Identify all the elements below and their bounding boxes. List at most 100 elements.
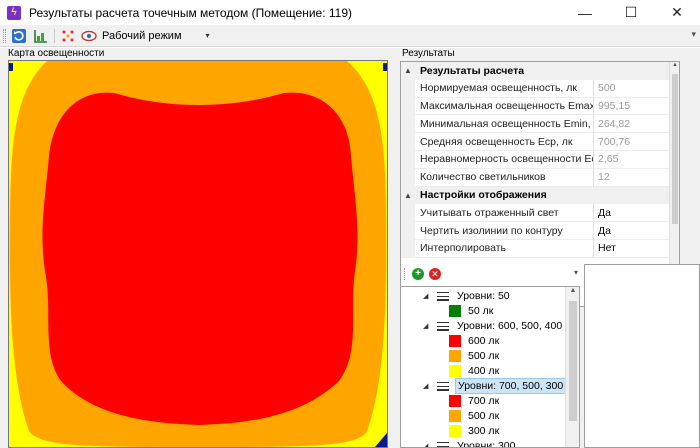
list-icon — [437, 291, 449, 301]
tree-toggle-icon[interactable]: ◢ — [423, 322, 433, 330]
tree-group-label: Уровни: 600, 500, 400 — [457, 320, 563, 333]
map-wall-corner — [9, 63, 13, 71]
property-name: Неравномерность освещенности Eср… — [415, 151, 594, 169]
results-pane: Результаты ▲ Результаты расчета Нормируе… — [398, 48, 700, 448]
property-value: Нет — [598, 242, 616, 255]
property-value: 12 — [594, 169, 679, 187]
toolbar-separator — [54, 28, 55, 43]
tree-toggle-icon[interactable]: ◢ — [423, 442, 433, 447]
property-row-reflected-light[interactable]: Учитывать отраженный свет Да⌄ — [401, 204, 679, 223]
illuminance-map-pane: Карта освещенности — [0, 48, 392, 448]
map-wall-corner — [383, 63, 387, 71]
level-label: 600 лк — [468, 335, 500, 348]
app-logo-icon: ϟ — [7, 5, 21, 20]
scroll-thumb[interactable] — [569, 301, 577, 421]
property-value: Да — [598, 224, 611, 237]
level-label: 500 лк — [468, 350, 500, 363]
level-color-swatch — [449, 305, 461, 318]
level-color-swatch — [449, 365, 461, 378]
tree-level-item[interactable]: 400 лк — [449, 364, 499, 379]
level-color-swatch — [449, 335, 461, 348]
tree-toggle-icon[interactable]: ◢ — [423, 292, 433, 300]
tree-level-item[interactable]: 500 лк — [449, 409, 499, 424]
delete-level-button[interactable]: ✕ — [429, 268, 441, 280]
results-caption: Результаты — [402, 48, 455, 59]
property-row[interactable]: Количество светильников 12 — [401, 168, 679, 187]
tree-level-item[interactable]: 500 лк — [449, 349, 499, 364]
tree-toggle-icon[interactable]: ▲ — [401, 66, 415, 75]
property-row-contour-isolines[interactable]: Чертить изолинии по контуру Да⌄ — [401, 222, 679, 240]
property-row[interactable]: Неравномерность освещенности Eср… 2,65 — [401, 151, 679, 169]
toolbar-overflow-button[interactable]: ▾ — [691, 29, 696, 40]
property-row[interactable]: Минимальная освещенность Emin, лк 264,82 — [401, 115, 679, 134]
chevron-down-icon: ▾ — [205, 31, 210, 40]
property-name: Интерполировать — [415, 240, 594, 258]
tree-group[interactable]: ◢ Уровни: 600, 500, 400 — [423, 319, 564, 334]
category-label: Результаты расчета — [420, 64, 525, 77]
level-label: 500 лк — [468, 410, 500, 423]
illuminance-map[interactable] — [8, 60, 388, 448]
grid-points-button[interactable] — [59, 27, 77, 45]
levels-tree-scrollbar[interactable]: ▲ — [565, 287, 579, 447]
scroll-up-icon[interactable]: ▲ — [566, 287, 579, 299]
tree-group[interactable]: ◢ Уровни: 50 — [423, 289, 512, 304]
mode-select[interactable]: Рабочий режим ▾ — [81, 27, 210, 45]
main-toolbar: Рабочий режим ▾ ▾ — [0, 25, 700, 47]
scroll-thumb[interactable] — [672, 74, 678, 224]
grid-points-icon — [62, 30, 74, 41]
minimize-button[interactable]: — — [562, 0, 608, 25]
category-results[interactable]: ▲ Результаты расчета — [401, 62, 679, 80]
level-color-swatch — [449, 350, 461, 363]
eye-icon — [81, 30, 97, 41]
tree-group-label: Уровни: 50 — [457, 290, 510, 303]
category-display-settings[interactable]: ▲ Настройки отображения — [401, 186, 679, 205]
property-name: Нормируемая освещенность, лк — [415, 79, 594, 98]
tree-group-label: Уровни: 700, 500, 300 — [455, 378, 567, 395]
mode-select-value: Рабочий режим — [102, 29, 182, 42]
property-name: Максимальная освещенность Emax, лк — [415, 97, 594, 116]
level-color-swatch — [449, 395, 461, 408]
map-caption: Карта освещенности — [8, 48, 105, 59]
tree-level-item[interactable]: 700 лк — [449, 394, 499, 409]
property-value: 995,15 — [594, 98, 679, 116]
scroll-up-icon[interactable]: ▲ — [670, 62, 679, 72]
property-name: Чертить изолинии по контуру — [415, 222, 594, 240]
maximize-button[interactable]: ☐ — [608, 0, 654, 25]
level-color-swatch — [449, 410, 461, 423]
tree-toggle-icon[interactable]: ▲ — [401, 191, 415, 200]
window-controls: — ☐ ✕ — [562, 0, 700, 25]
tree-toggle-icon[interactable]: ◢ — [423, 382, 433, 390]
refresh-icon — [12, 28, 26, 43]
toolbar-grip[interactable] — [3, 28, 6, 43]
property-row-interpolate[interactable]: Интерполировать Нет⌄ — [401, 240, 679, 258]
tree-level-item[interactable]: 50 лк — [449, 304, 493, 319]
property-name: Средняя освещенность Eср, лк — [415, 133, 594, 151]
level-label: 300 лк — [468, 425, 500, 438]
property-row[interactable]: Нормируемая освещенность, лк 500 — [401, 79, 679, 98]
tree-group-selected[interactable]: ◢ Уровни: 700, 500, 300 — [423, 378, 567, 395]
property-row[interactable]: Средняя освещенность Eср, лк 700,76 — [401, 133, 679, 151]
list-icon — [437, 321, 449, 331]
refresh-button[interactable] — [10, 27, 28, 45]
close-button[interactable]: ✕ — [654, 0, 700, 25]
toolbar-overflow-button[interactable]: ▾ — [574, 268, 578, 277]
chart-icon — [34, 29, 47, 43]
property-name: Учитывать отраженный свет — [415, 204, 594, 223]
illuminance-map-canvas — [9, 61, 387, 447]
tree-group-label: Уровни: 300 — [457, 440, 516, 448]
contour-isolines-select[interactable]: Да⌄ — [594, 222, 679, 240]
add-level-button[interactable]: + — [412, 268, 424, 280]
level-label: 50 лк — [468, 305, 494, 318]
interpolate-select[interactable]: Нет⌄ — [594, 240, 679, 258]
tree-level-item[interactable]: 300 лк — [449, 424, 499, 439]
toolbar-grip[interactable] — [404, 268, 407, 280]
map-zone-inner — [42, 92, 358, 426]
property-value: 500 — [594, 80, 679, 98]
property-value: Да — [598, 206, 611, 219]
reflected-light-select[interactable]: Да⌄ — [594, 204, 679, 223]
property-row[interactable]: Максимальная освещенность Emax, лк 995,1… — [401, 97, 679, 116]
level-color-swatch — [449, 425, 461, 438]
chart-button[interactable] — [32, 27, 50, 45]
tree-level-item[interactable]: 600 лк — [449, 334, 499, 349]
tree-group[interactable]: ◢ Уровни: 300 — [423, 439, 517, 448]
